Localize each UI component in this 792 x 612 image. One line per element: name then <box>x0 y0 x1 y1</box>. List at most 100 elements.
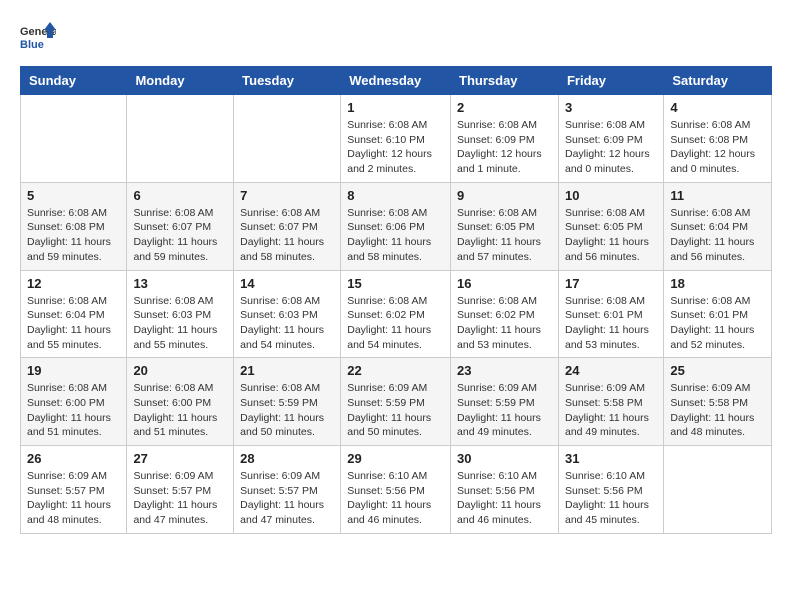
day-of-week-header: Thursday <box>451 67 559 95</box>
svg-text:Blue: Blue <box>20 39 44 51</box>
day-info: Sunrise: 6:08 AM Sunset: 6:09 PM Dayligh… <box>457 118 552 177</box>
calendar-cell: 1 Sunrise: 6:08 AM Sunset: 6:10 PM Daylig… <box>341 95 451 183</box>
calendar-cell <box>127 95 234 183</box>
day-info: Sunrise: 6:09 AM Sunset: 5:59 PM Dayligh… <box>347 381 444 440</box>
calendar-cell: 25 Sunrise: 6:09 AM Sunset: 5:58 PM Dayli… <box>664 358 772 446</box>
day-info: Sunrise: 6:09 AM Sunset: 5:58 PM Dayligh… <box>565 381 657 440</box>
day-number: 13 <box>133 276 227 291</box>
calendar-cell: 14 Sunrise: 6:08 AM Sunset: 6:03 PM Dayli… <box>234 270 341 358</box>
day-info: Sunrise: 6:08 AM Sunset: 5:59 PM Dayligh… <box>240 381 334 440</box>
day-of-week-header: Wednesday <box>341 67 451 95</box>
day-number: 31 <box>565 451 657 466</box>
day-info: Sunrise: 6:08 AM Sunset: 6:08 PM Dayligh… <box>670 118 765 177</box>
day-number: 21 <box>240 363 334 378</box>
header: General Blue <box>20 20 772 56</box>
logo: General Blue <box>20 20 56 56</box>
day-info: Sunrise: 6:08 AM Sunset: 6:07 PM Dayligh… <box>240 206 334 265</box>
day-info: Sunrise: 6:08 AM Sunset: 6:09 PM Dayligh… <box>565 118 657 177</box>
day-number: 4 <box>670 100 765 115</box>
day-number: 18 <box>670 276 765 291</box>
logo-icon: General Blue <box>20 20 56 56</box>
day-of-week-header: Saturday <box>664 67 772 95</box>
calendar-cell: 26 Sunrise: 6:09 AM Sunset: 5:57 PM Dayli… <box>21 446 127 534</box>
day-info: Sunrise: 6:08 AM Sunset: 6:05 PM Dayligh… <box>565 206 657 265</box>
day-info: Sunrise: 6:09 AM Sunset: 5:59 PM Dayligh… <box>457 381 552 440</box>
day-info: Sunrise: 6:10 AM Sunset: 5:56 PM Dayligh… <box>565 469 657 528</box>
day-number: 22 <box>347 363 444 378</box>
day-of-week-header: Tuesday <box>234 67 341 95</box>
day-info: Sunrise: 6:09 AM Sunset: 5:57 PM Dayligh… <box>133 469 227 528</box>
calendar-cell: 10Sunrise: 6:08 AM Sunset: 6:05 PM Dayli… <box>558 182 663 270</box>
calendar-cell: 31 Sunrise: 6:10 AM Sunset: 5:56 PM Dayli… <box>558 446 663 534</box>
day-number: 25 <box>670 363 765 378</box>
day-number: 17 <box>565 276 657 291</box>
calendar-table: SundayMondayTuesdayWednesdayThursdayFrid… <box>20 66 772 534</box>
calendar-cell: 19 Sunrise: 6:08 AM Sunset: 6:00 PM Dayli… <box>21 358 127 446</box>
day-number: 12 <box>27 276 120 291</box>
calendar-cell: 5 Sunrise: 6:08 AM Sunset: 6:08 PM Daylig… <box>21 182 127 270</box>
day-number: 7 <box>240 188 334 203</box>
calendar-cell: 24Sunrise: 6:09 AM Sunset: 5:58 PM Dayli… <box>558 358 663 446</box>
day-number: 11 <box>670 188 765 203</box>
day-number: 23 <box>457 363 552 378</box>
day-number: 16 <box>457 276 552 291</box>
day-number: 29 <box>347 451 444 466</box>
day-number: 19 <box>27 363 120 378</box>
day-of-week-header: Friday <box>558 67 663 95</box>
day-info: Sunrise: 6:08 AM Sunset: 6:04 PM Dayligh… <box>670 206 765 265</box>
calendar-cell: 28 Sunrise: 6:09 AM Sunset: 5:57 PM Dayli… <box>234 446 341 534</box>
calendar-cell: 3 Sunrise: 6:08 AM Sunset: 6:09 PM Daylig… <box>558 95 663 183</box>
day-of-week-header: Sunday <box>21 67 127 95</box>
day-info: Sunrise: 6:10 AM Sunset: 5:56 PM Dayligh… <box>457 469 552 528</box>
calendar-cell: 23 Sunrise: 6:09 AM Sunset: 5:59 PM Dayli… <box>451 358 559 446</box>
calendar-cell: 20 Sunrise: 6:08 AM Sunset: 6:00 PM Dayli… <box>127 358 234 446</box>
day-info: Sunrise: 6:10 AM Sunset: 5:56 PM Dayligh… <box>347 469 444 528</box>
day-number: 9 <box>457 188 552 203</box>
calendar-cell: 22 Sunrise: 6:09 AM Sunset: 5:59 PM Dayli… <box>341 358 451 446</box>
day-number: 15 <box>347 276 444 291</box>
calendar-cell: 4 Sunrise: 6:08 AM Sunset: 6:08 PM Daylig… <box>664 95 772 183</box>
day-info: Sunrise: 6:08 AM Sunset: 6:01 PM Dayligh… <box>565 294 657 353</box>
calendar-cell: 15 Sunrise: 6:08 AM Sunset: 6:02 PM Dayli… <box>341 270 451 358</box>
calendar-cell: 18 Sunrise: 6:08 AM Sunset: 6:01 PM Dayli… <box>664 270 772 358</box>
calendar-cell: 2 Sunrise: 6:08 AM Sunset: 6:09 PM Daylig… <box>451 95 559 183</box>
day-info: Sunrise: 6:08 AM Sunset: 6:03 PM Dayligh… <box>133 294 227 353</box>
calendar-cell: 8 Sunrise: 6:08 AM Sunset: 6:06 PM Daylig… <box>341 182 451 270</box>
calendar-cell: 17 Sunrise: 6:08 AM Sunset: 6:01 PM Dayli… <box>558 270 663 358</box>
calendar-cell <box>664 446 772 534</box>
calendar-cell: 29 Sunrise: 6:10 AM Sunset: 5:56 PM Dayli… <box>341 446 451 534</box>
day-number: 20 <box>133 363 227 378</box>
calendar-cell: 11 Sunrise: 6:08 AM Sunset: 6:04 PM Dayli… <box>664 182 772 270</box>
day-info: Sunrise: 6:08 AM Sunset: 6:10 PM Dayligh… <box>347 118 444 177</box>
day-info: Sunrise: 6:08 AM Sunset: 6:06 PM Dayligh… <box>347 206 444 265</box>
day-info: Sunrise: 6:09 AM Sunset: 5:57 PM Dayligh… <box>240 469 334 528</box>
day-number: 3 <box>565 100 657 115</box>
day-number: 2 <box>457 100 552 115</box>
calendar-cell: 30Sunrise: 6:10 AM Sunset: 5:56 PM Dayli… <box>451 446 559 534</box>
day-number: 5 <box>27 188 120 203</box>
day-info: Sunrise: 6:09 AM Sunset: 5:58 PM Dayligh… <box>670 381 765 440</box>
day-info: Sunrise: 6:08 AM Sunset: 6:03 PM Dayligh… <box>240 294 334 353</box>
day-info: Sunrise: 6:08 AM Sunset: 6:02 PM Dayligh… <box>347 294 444 353</box>
day-info: Sunrise: 6:08 AM Sunset: 6:04 PM Dayligh… <box>27 294 120 353</box>
day-info: Sunrise: 6:09 AM Sunset: 5:57 PM Dayligh… <box>27 469 120 528</box>
day-info: Sunrise: 6:08 AM Sunset: 6:02 PM Dayligh… <box>457 294 552 353</box>
day-number: 28 <box>240 451 334 466</box>
day-info: Sunrise: 6:08 AM Sunset: 6:00 PM Dayligh… <box>27 381 120 440</box>
day-info: Sunrise: 6:08 AM Sunset: 6:07 PM Dayligh… <box>133 206 227 265</box>
day-number: 26 <box>27 451 120 466</box>
calendar-cell: 12 Sunrise: 6:08 AM Sunset: 6:04 PM Dayli… <box>21 270 127 358</box>
day-info: Sunrise: 6:08 AM Sunset: 6:08 PM Dayligh… <box>27 206 120 265</box>
day-info: Sunrise: 6:08 AM Sunset: 6:00 PM Dayligh… <box>133 381 227 440</box>
day-info: Sunrise: 6:08 AM Sunset: 6:01 PM Dayligh… <box>670 294 765 353</box>
day-number: 1 <box>347 100 444 115</box>
calendar-cell: 6Sunrise: 6:08 AM Sunset: 6:07 PM Daylig… <box>127 182 234 270</box>
day-number: 8 <box>347 188 444 203</box>
day-number: 14 <box>240 276 334 291</box>
calendar-cell <box>234 95 341 183</box>
calendar-cell: 13 Sunrise: 6:08 AM Sunset: 6:03 PM Dayli… <box>127 270 234 358</box>
calendar-cell: 21 Sunrise: 6:08 AM Sunset: 5:59 PM Dayli… <box>234 358 341 446</box>
calendar-cell: 16 Sunrise: 6:08 AM Sunset: 6:02 PM Dayli… <box>451 270 559 358</box>
calendar-cell: 27Sunrise: 6:09 AM Sunset: 5:57 PM Dayli… <box>127 446 234 534</box>
day-of-week-header: Monday <box>127 67 234 95</box>
